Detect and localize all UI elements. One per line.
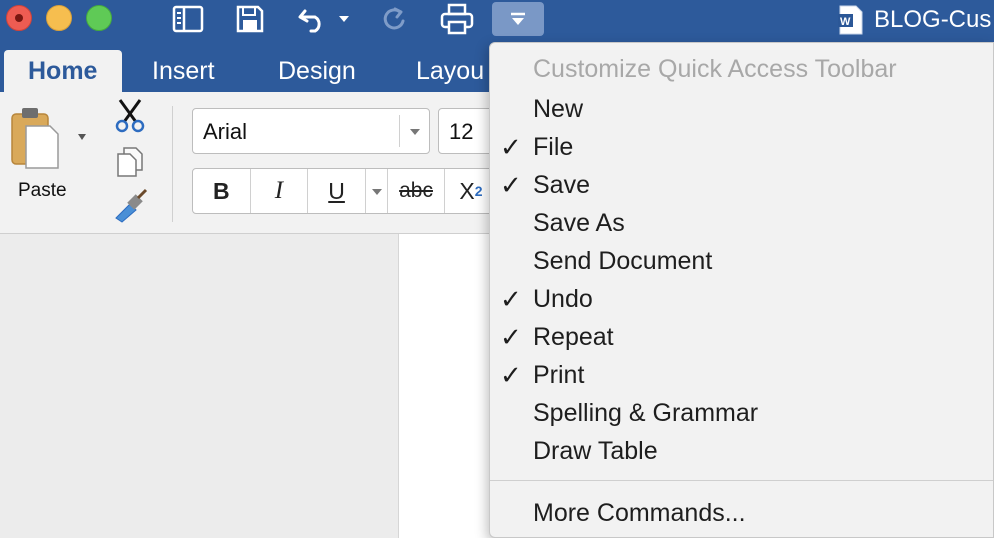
checkmark-icon: ✓: [500, 323, 522, 353]
menu-item-draw-table[interactable]: Draw Table: [490, 433, 993, 471]
zoom-window-button[interactable]: [86, 5, 112, 31]
svg-text:W: W: [840, 16, 851, 28]
undo-icon: [298, 9, 321, 33]
cut-button[interactable]: [112, 98, 148, 134]
customize-toolbar-menu: Customize Quick Access Toolbar New ✓ Fil…: [489, 42, 994, 538]
menu-item-label: Repeat: [533, 323, 614, 351]
menu-item-repeat[interactable]: ✓ Repeat: [490, 319, 993, 357]
copy-button[interactable]: [114, 144, 148, 178]
menu-item-label: Save As: [533, 209, 625, 237]
subscript-sub: 2: [474, 183, 483, 199]
underline-options-dropdown[interactable]: [366, 169, 388, 213]
minimize-window-button[interactable]: [46, 5, 72, 31]
text-format-group: B I U abc X2: [192, 168, 512, 214]
menu-item-new[interactable]: New: [490, 91, 993, 129]
scissors-icon: [115, 99, 145, 133]
menu-item-save[interactable]: ✓ Save: [490, 167, 993, 205]
menu-item-label: Spelling & Grammar: [533, 399, 759, 427]
menu-item-file[interactable]: ✓ File: [490, 129, 993, 167]
font-name-field[interactable]: Arial: [192, 108, 430, 154]
italic-button[interactable]: I: [251, 169, 309, 213]
chevron-down-icon: [339, 16, 349, 22]
format-painter-icon: [115, 188, 148, 223]
menu-item-label: Print: [533, 361, 585, 389]
title-bar: W BLOG-Cus: [0, 0, 994, 40]
customize-toolbar-button[interactable]: [492, 2, 544, 36]
close-window-button[interactable]: [6, 5, 32, 31]
sidebar-icon: [172, 5, 204, 33]
paste-button[interactable]: [10, 104, 90, 178]
strikethrough-button[interactable]: abc: [388, 169, 446, 213]
menu-item-undo[interactable]: ✓ Undo: [490, 281, 993, 319]
checkmark-icon: ✓: [500, 285, 522, 315]
repeat-button[interactable]: [376, 0, 412, 38]
menu-item-save-as[interactable]: Save As: [490, 205, 993, 243]
save-icon: [236, 5, 264, 33]
undo-button[interactable]: [292, 0, 356, 38]
save-button[interactable]: [230, 0, 270, 38]
menu-item-print[interactable]: ✓ Print: [490, 357, 993, 395]
paste-icon: [11, 108, 86, 169]
menu-divider: [490, 480, 993, 481]
menu-item-label: More Commands...: [533, 499, 746, 527]
word-document-icon: W: [838, 5, 863, 35]
font-name-dropdown[interactable]: [399, 115, 429, 147]
tab-design[interactable]: Design: [254, 50, 380, 92]
menu-item-more-commands[interactable]: More Commands...: [490, 495, 993, 533]
menu-item-label: Draw Table: [533, 437, 658, 465]
ribbon-group-divider: [172, 106, 173, 222]
checkmark-icon: ✓: [500, 361, 522, 391]
menu-item-send-document[interactable]: Send Document: [490, 243, 993, 281]
customize-dropdown-icon: [511, 12, 525, 25]
print-icon: [440, 3, 474, 35]
menu-header: Customize Quick Access Toolbar: [533, 55, 897, 83]
tab-insert[interactable]: Insert: [128, 50, 239, 92]
checkmark-icon: ✓: [500, 171, 522, 201]
menu-item-label: File: [533, 133, 574, 161]
print-button[interactable]: [436, 0, 478, 38]
menu-item-label: New: [533, 95, 584, 123]
repeat-icon: [383, 7, 405, 30]
font-name-value: Arial: [203, 119, 248, 144]
menu-item-label: Save: [533, 171, 590, 199]
checkmark-icon: ✓: [500, 133, 522, 163]
bold-button[interactable]: B: [193, 169, 251, 213]
menu-item-label: Undo: [533, 285, 593, 313]
paste-label: Paste: [18, 180, 67, 201]
menu-item-spelling-grammar[interactable]: Spelling & Grammar: [490, 395, 993, 433]
font-size-value: 12: [449, 119, 474, 144]
tab-home[interactable]: Home: [4, 50, 122, 92]
subscript-base: X: [459, 177, 475, 204]
sidebar-toggle-button[interactable]: [168, 0, 208, 38]
format-painter-button[interactable]: [112, 188, 150, 224]
copy-icon: [117, 147, 143, 177]
underline-button[interactable]: U: [308, 169, 366, 213]
document-title-text: BLOG-Cus: [874, 6, 992, 33]
menu-item-label: Send Document: [533, 247, 713, 275]
document-title: W BLOG-Cus: [838, 4, 991, 36]
